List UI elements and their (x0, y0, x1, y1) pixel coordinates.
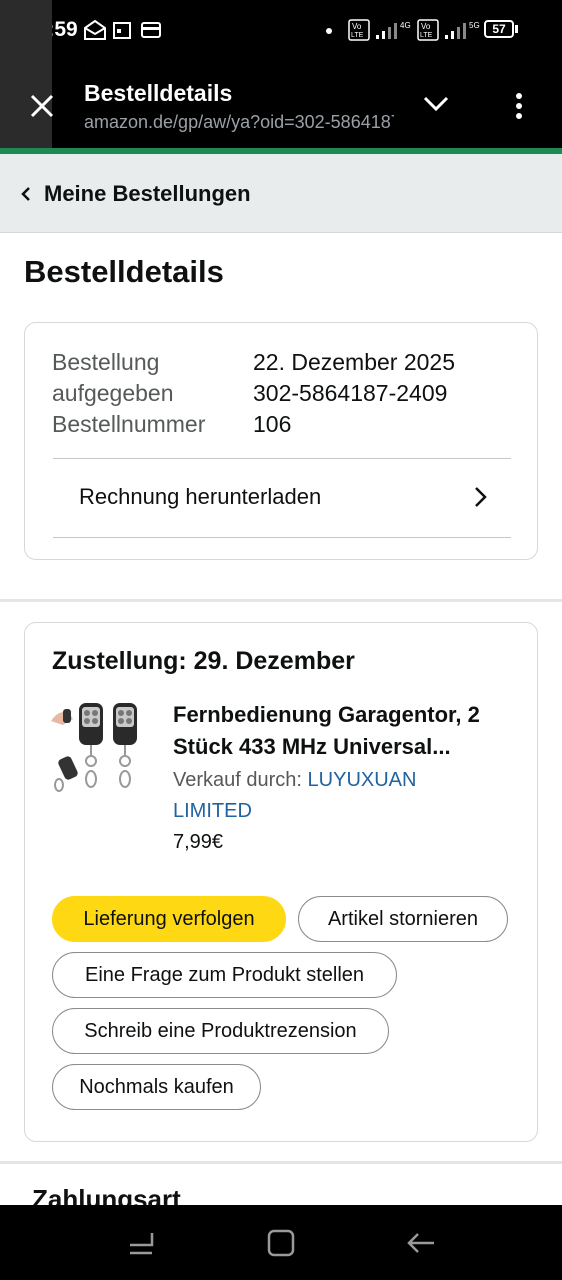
write-review-button[interactable]: Schreib eine Produktrezension (52, 1008, 389, 1054)
order-placed-label: Bestellung aufgegeben (52, 349, 174, 406)
chevron-left-icon (21, 187, 30, 201)
recent-apps-icon[interactable] (128, 1231, 154, 1255)
seller-line: Verkauf durch: LUYUXUAN LIMITED (173, 765, 493, 827)
section-separator (0, 599, 562, 602)
close-icon[interactable] (29, 93, 55, 119)
tab-title: Bestelldetails (84, 80, 233, 106)
svg-text:LTE: LTE (351, 32, 364, 39)
cancel-item-button[interactable]: Artikel stornieren (298, 896, 508, 942)
toolbar-shade (0, 0, 52, 148)
seller-prefix: Verkauf durch: (173, 769, 308, 791)
product-image[interactable] (51, 699, 145, 795)
calendar-icon (113, 22, 131, 39)
chevron-right-icon (475, 487, 487, 507)
signal-5g-icon: Vo LTE 5G (417, 19, 480, 41)
svg-text:4G: 4G (400, 21, 411, 30)
signal-4g-icon: Vo LTE 4G (348, 19, 411, 41)
svg-text:5G: 5G (469, 21, 480, 30)
order-placed-value: 22. Dezember 2025 (253, 349, 456, 375)
page-title: Bestelldetails (24, 254, 224, 289)
order-info-card: Bestellung aufgegeben Bestellnummer 22. … (24, 322, 538, 560)
mail-notification-icon (84, 19, 106, 40)
download-invoice-row[interactable]: Rechnung herunterladen (53, 459, 511, 537)
battery-tip (515, 25, 518, 33)
track-delivery-button[interactable]: Lieferung verfolgen (52, 896, 286, 942)
back-icon[interactable] (406, 1231, 436, 1255)
battery-icon: 57 (484, 20, 514, 38)
order-number-value: 302-5864187-2409106 (253, 380, 448, 437)
dot-icon (326, 28, 332, 34)
order-number-label: Bestellnummer (52, 411, 206, 437)
chevron-down-icon[interactable] (423, 95, 449, 113)
shipment-card: Zustellung: 29. Dezember Fernbedienung G… (24, 622, 538, 1142)
back-link-label: Meine Bestellungen (44, 181, 251, 206)
svg-text:Vo: Vo (352, 22, 362, 31)
card-icon (141, 22, 161, 38)
product-title[interactable]: Fernbedienung Garagentor, 2 Stück 433 MH… (173, 699, 518, 763)
tab-url[interactable]: amazon.de/gp/aw/ya?oid=302-5864187-24091… (84, 112, 394, 133)
overflow-menu-icon[interactable] (514, 92, 524, 120)
download-invoice-label: Rechnung herunterladen (79, 484, 322, 509)
ask-question-button[interactable]: Eine Frage zum Produkt stellen (52, 952, 397, 998)
product-price: 7,99€ (173, 831, 224, 853)
home-icon[interactable] (267, 1229, 295, 1257)
browser-toolbar: Bestelldetails amazon.de/gp/aw/ya?oid=30… (0, 0, 562, 148)
divider (53, 537, 511, 538)
buy-again-button[interactable]: Nochmals kaufen (52, 1064, 261, 1110)
delivery-date-heading: Zustellung: 29. Dezember (52, 647, 355, 675)
back-to-orders-link[interactable]: Meine Bestellungen (0, 154, 562, 233)
svg-text:LTE: LTE (420, 32, 433, 39)
battery-level: 57 (492, 22, 506, 36)
svg-text:Vo: Vo (421, 22, 431, 31)
system-nav-bar (0, 1205, 562, 1280)
status-bar: 00:59 Vo LTE 4G Vo LTE 5G 57 (0, 0, 562, 62)
section-separator (0, 1161, 562, 1164)
